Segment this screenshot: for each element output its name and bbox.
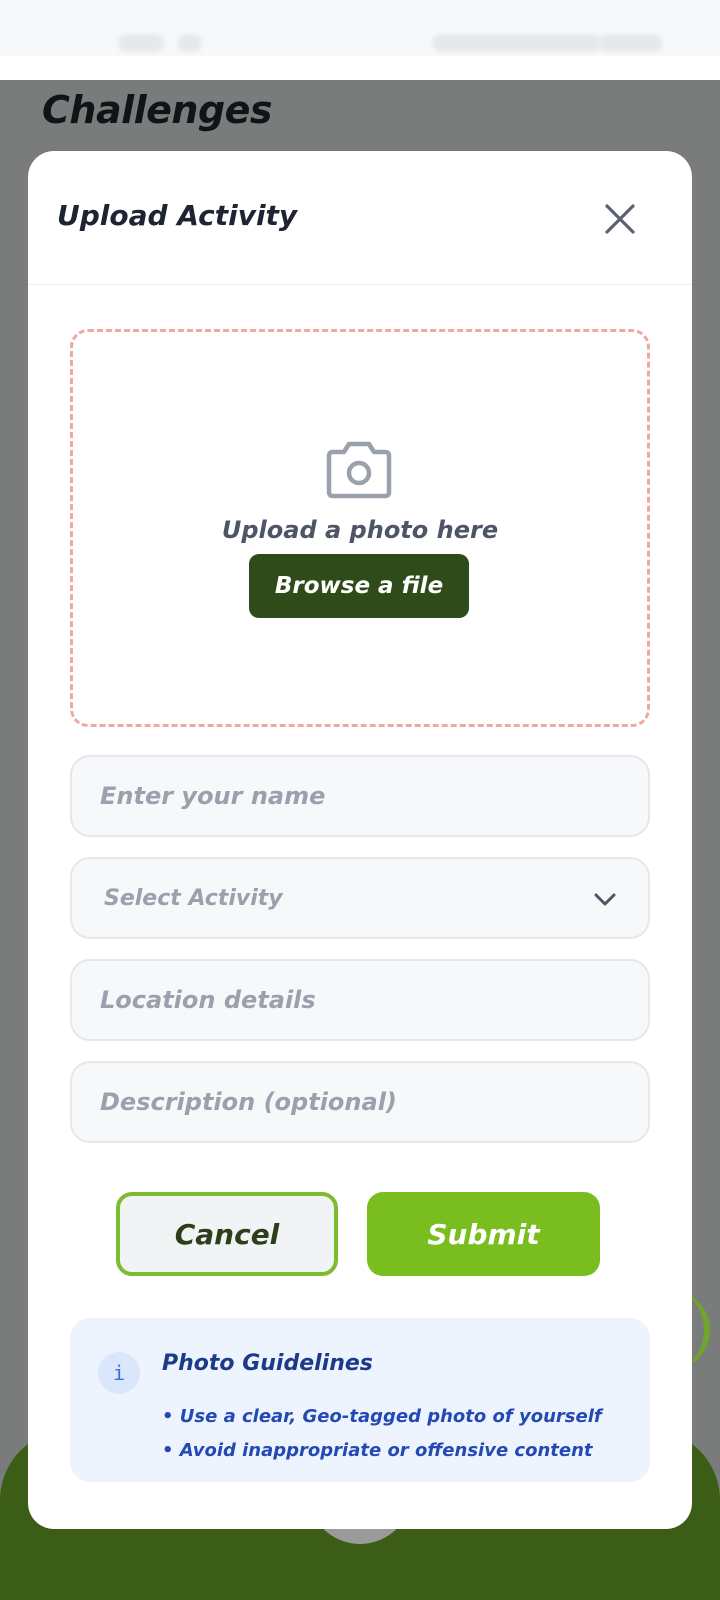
dialog-title: Upload Activity xyxy=(57,199,298,232)
browse-file-button[interactable]: Browse a file xyxy=(249,554,469,618)
upload-activity-dialog: Upload Activity Upload a photo here Brow… xyxy=(28,151,692,1529)
close-button[interactable] xyxy=(592,191,648,247)
name-field[interactable] xyxy=(70,755,650,837)
status-time xyxy=(118,34,164,52)
name-input[interactable] xyxy=(100,782,648,810)
camera-icon xyxy=(326,441,392,499)
guidelines-title: Photo Guidelines xyxy=(162,1351,373,1376)
upload-prompt: Upload a photo here xyxy=(221,516,499,544)
photo-dropzone[interactable]: Upload a photo here Browse a file xyxy=(70,329,650,727)
description-field[interactable] xyxy=(70,1061,650,1143)
status-notification-icon xyxy=(178,34,202,52)
info-icon: i xyxy=(98,1352,140,1394)
close-icon xyxy=(605,204,635,234)
submit-button[interactable]: Submit xyxy=(367,1192,600,1276)
guideline-item: • Use a clear, Geo-tagged photo of yours… xyxy=(162,1406,602,1427)
status-system-icons xyxy=(432,34,600,52)
guideline-item: • Avoid inappropriate or offensive conte… xyxy=(162,1440,593,1461)
status-bar xyxy=(0,0,720,56)
activity-select-value: Select Activity xyxy=(104,885,283,911)
status-battery-icon xyxy=(598,34,662,52)
location-field[interactable] xyxy=(70,959,650,1041)
dialog-header: Upload Activity xyxy=(28,151,692,285)
guidelines-list: • Use a clear, Geo-tagged photo of yours… xyxy=(162,1400,602,1468)
location-input[interactable] xyxy=(100,986,648,1014)
status-strip xyxy=(0,56,720,80)
photo-guidelines-panel: i Photo Guidelines • Use a clear, Geo-ta… xyxy=(70,1318,650,1482)
chevron-down-icon xyxy=(594,893,616,906)
page-title: Challenges xyxy=(42,88,273,132)
cancel-button[interactable]: Cancel xyxy=(116,1192,338,1276)
description-input[interactable] xyxy=(100,1088,648,1116)
activity-select[interactable]: Select Activity xyxy=(70,857,650,939)
